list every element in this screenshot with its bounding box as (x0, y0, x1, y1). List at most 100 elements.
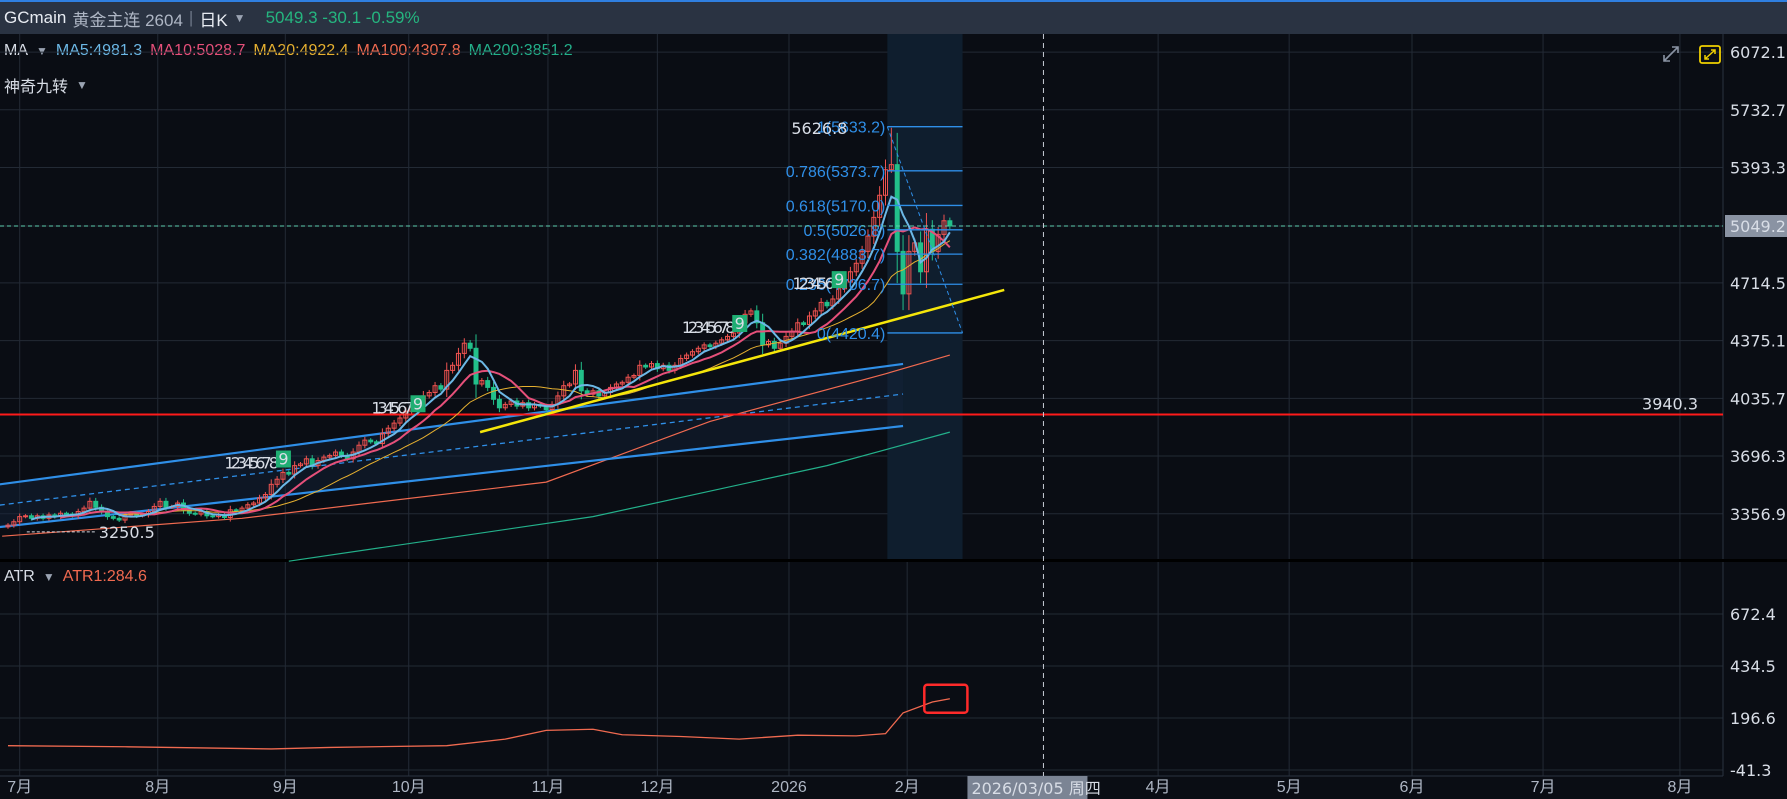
candle-body (894, 164, 900, 252)
fib-level-label: 0(4420.4) (817, 326, 886, 343)
candle-body (110, 516, 116, 519)
time-tick-label: 8月 (145, 779, 170, 796)
candle (496, 394, 502, 413)
fib-level-label: 0.382(4883.7) (786, 247, 886, 264)
candle-body (93, 500, 99, 508)
candle-body (28, 515, 34, 519)
candle (654, 360, 660, 372)
candle-body (286, 471, 292, 475)
candle (619, 380, 625, 386)
candle (643, 363, 649, 369)
candle-body (643, 364, 649, 368)
candle-body (64, 512, 69, 515)
price-tick-label: 3696.3 (1730, 447, 1786, 466)
time-tick-label: 12月 (640, 779, 674, 796)
candle (116, 516, 122, 522)
candle (818, 298, 824, 316)
peak-price-label: 5626.8 (791, 119, 847, 138)
candle-body (467, 342, 473, 349)
atr-line (7, 698, 950, 750)
candlestick-chart[interactable]: 6072.1 5732.7 5393.3 5049.2 4714.5 4375.1 4035… (0, 0, 1787, 799)
price-tick-label: 5732.7 (1730, 101, 1786, 120)
candle (502, 401, 508, 411)
time-tick-label: 8月 (1667, 779, 1692, 796)
atr-tick-label: 672.4 (1730, 605, 1776, 624)
td-count-label: 1345 67 (371, 398, 412, 417)
atr-tick-label: 196.6 (1730, 709, 1776, 728)
atr-tick-label: 434.5 (1730, 657, 1776, 676)
fullscreen-icon[interactable] (1699, 44, 1721, 64)
fib-level-label: 0.786(5373.7) (786, 164, 886, 181)
candle (689, 349, 695, 358)
candle-body (496, 398, 502, 409)
candle (479, 378, 485, 387)
price-tick-label: 5393.3 (1730, 158, 1786, 177)
atr-highlight-box (923, 683, 969, 715)
candle (754, 305, 760, 329)
candle-body (491, 386, 497, 400)
last-price-label: 5049.2 (1730, 217, 1786, 236)
candle-body (824, 301, 830, 307)
time-tick-label: 5月 (1277, 779, 1302, 796)
expand-arrows-icon[interactable] (1661, 44, 1681, 64)
candle (432, 381, 438, 397)
time-tick-label: 6月 (1400, 779, 1425, 796)
candle (701, 342, 707, 351)
candle-body (368, 439, 374, 443)
td-nine-label: 9 (735, 314, 745, 333)
candle (760, 313, 766, 354)
candle (567, 382, 573, 388)
time-tick-label: 7月 (1531, 779, 1556, 796)
td-nine-label: 9 (278, 450, 288, 469)
candle (455, 347, 461, 371)
candle-body (801, 322, 807, 325)
price-tick-label: 3356.9 (1730, 505, 1786, 524)
td-nine-label: 9 (834, 270, 844, 289)
horizontal-level-label: 3940.3 (1642, 395, 1698, 414)
low-price-label: 3250.5 (99, 523, 155, 542)
candle (748, 308, 754, 317)
candle-body (116, 517, 122, 521)
candle-body (760, 322, 766, 346)
candle-body (163, 500, 169, 508)
candle (473, 334, 479, 398)
candle (467, 340, 473, 352)
fib-level-label: 0.5(5026.8) (804, 223, 886, 240)
td-count-label: 12345678 (682, 318, 735, 337)
candle (684, 352, 690, 362)
time-tick-label: 7月 (7, 779, 32, 796)
candle (795, 318, 801, 336)
candle-body (338, 451, 344, 456)
candle (532, 401, 537, 411)
candle-body (578, 369, 584, 392)
fibonacci-highlight-zone (887, 34, 963, 559)
candle (631, 373, 637, 380)
td-count-label: 1234567 8 (224, 454, 278, 473)
candle (771, 337, 777, 353)
candle (491, 381, 497, 405)
crosshair-date-label: 2026/03/05 周四 (971, 779, 1100, 798)
candle-body (707, 344, 713, 348)
candle-body (947, 220, 953, 227)
price-tick-label: 4714.5 (1730, 274, 1786, 293)
candle (824, 299, 830, 309)
candle (391, 419, 397, 432)
panel-divider (0, 559, 1787, 562)
candle-body (233, 509, 239, 512)
candle (561, 380, 567, 401)
time-tick-label: 2026 (771, 779, 807, 796)
candle (450, 362, 456, 374)
candle (555, 391, 561, 409)
td-count-label: 12345 6 (793, 274, 835, 293)
channel-fill (0, 363, 904, 527)
time-tick-label: 11月 (532, 779, 565, 796)
candle (192, 511, 198, 516)
candle (461, 338, 467, 359)
time-tick-label: 9月 (273, 779, 298, 796)
candle-body (473, 347, 479, 385)
fib-level-label: 0.618(5170.0) (786, 198, 886, 215)
candle (438, 383, 444, 392)
atr-tick-label: -41.3 (1730, 761, 1771, 780)
candle (695, 345, 701, 355)
candle (444, 362, 450, 398)
